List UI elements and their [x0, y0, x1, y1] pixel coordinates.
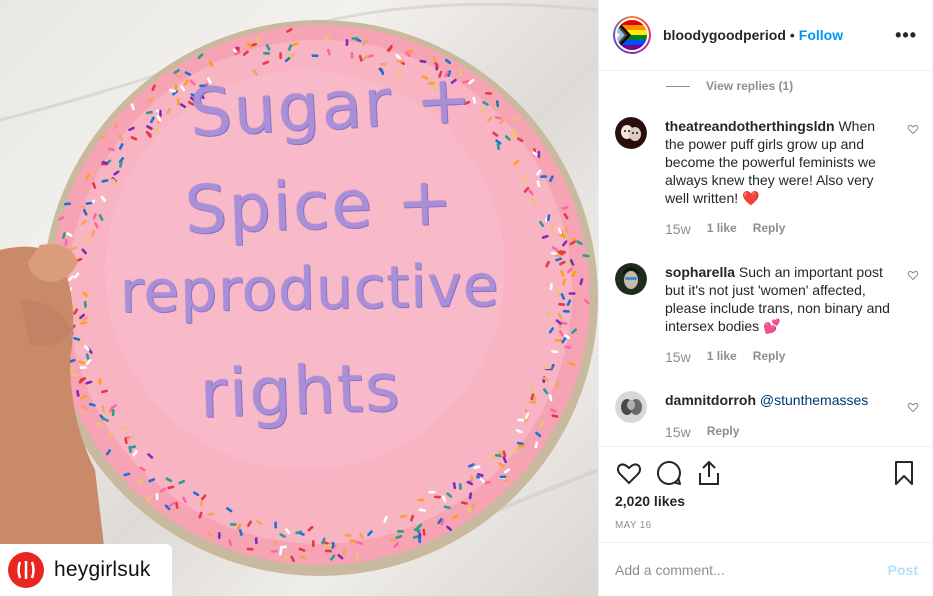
sprinkle	[540, 175, 548, 179]
cake-illustration	[0, 2, 598, 596]
likes-count[interactable]: 2,020 likes	[615, 493, 685, 509]
sprinkle	[397, 529, 405, 533]
comment-input[interactable]	[615, 561, 888, 578]
action-icons	[615, 459, 918, 487]
sprinkle	[217, 532, 221, 540]
comment-likes[interactable]: 1 like	[707, 221, 737, 237]
sprinkle	[311, 54, 319, 58]
sprinkle	[324, 549, 332, 553]
sprinkle	[279, 52, 282, 60]
sprinkle	[396, 59, 404, 63]
profile-avatar[interactable]	[613, 16, 651, 54]
sprinkle	[229, 523, 237, 526]
heart-icon[interactable]	[615, 459, 643, 487]
post-username[interactable]: bloodygoodperiod	[663, 27, 786, 43]
comment-meta: 15w 1 like Reply	[665, 221, 785, 237]
comment-bubble-icon[interactable]	[655, 459, 683, 487]
sprinkle	[83, 300, 87, 308]
sprinkle	[517, 444, 525, 448]
sprinkle	[459, 69, 463, 76]
comment-username[interactable]: sopharella	[665, 264, 735, 280]
sprinkle	[199, 84, 207, 88]
comment-meta: 15w Reply	[665, 424, 739, 440]
comment-mention-link[interactable]: @stunthemasses	[760, 392, 868, 408]
comment-username[interactable]: damnitdorroh	[665, 392, 756, 408]
sprinkle	[79, 366, 87, 370]
more-options-icon[interactable]: •••	[895, 25, 917, 46]
share-upload-icon[interactable]	[695, 459, 723, 487]
comment-text-block: sopharella Such an important post but it…	[665, 263, 890, 335]
post-comment-button[interactable]: Post	[888, 562, 918, 578]
add-comment-bar: Post	[599, 542, 933, 596]
header-meta: bloodygoodperiod • Follow	[663, 27, 895, 43]
sprinkle	[200, 499, 204, 507]
sprinkle	[537, 150, 541, 158]
comment-likes[interactable]: 1 like	[707, 349, 737, 365]
sprinkle	[155, 492, 159, 500]
reply-button[interactable]: Reply	[753, 221, 786, 237]
sprinkle	[379, 63, 387, 66]
sprinkle	[499, 475, 507, 479]
sprinkle	[550, 224, 554, 232]
repost-badge: heygirlsuk	[0, 544, 172, 596]
comment-text-block: damnitdorroh @stunthemasses	[665, 391, 890, 409]
post-photo[interactable]: Sugar + Spice + reproductive rights heyg…	[0, 0, 598, 596]
like-comment-heart-icon[interactable]	[907, 269, 919, 281]
avatar[interactable]	[615, 117, 647, 149]
sprinkle	[345, 38, 349, 46]
like-comment-heart-icon[interactable]	[907, 401, 919, 413]
post-date[interactable]: MAY 16	[615, 520, 651, 531]
progress-pride-flag-icon	[617, 20, 647, 50]
sprinkle	[311, 540, 315, 548]
sprinkle	[207, 512, 215, 516]
reply-button[interactable]: Reply	[707, 424, 740, 440]
sprinkle	[531, 386, 535, 394]
sprinkle	[554, 339, 562, 342]
reply-button[interactable]: Reply	[753, 349, 786, 365]
separator-dot: •	[789, 27, 795, 43]
sprinkle	[111, 408, 115, 417]
sprinkle	[562, 309, 570, 313]
view-replies-label: View replies (1)	[706, 79, 794, 93]
post-actions: 2,020 likes MAY 16	[599, 446, 933, 542]
sprinkle	[351, 37, 359, 40]
sprinkle	[64, 238, 68, 247]
comment-timestamp[interactable]: 15w	[665, 221, 691, 237]
repost-logo-icon	[8, 552, 44, 588]
comment-timestamp[interactable]: 15w	[665, 349, 691, 365]
view-replies-button[interactable]: View replies (1)	[666, 79, 793, 93]
avatar[interactable]	[615, 263, 647, 295]
sprinkle	[428, 490, 436, 494]
sprinkle	[263, 51, 271, 55]
sprinkle	[254, 537, 258, 545]
sprinkle	[485, 91, 493, 95]
bookmark-icon[interactable]	[890, 459, 918, 487]
sprinkle	[350, 52, 354, 60]
post-sidebar: bloodygoodperiod • Follow ••• View repli…	[598, 0, 933, 596]
comment-username[interactable]: theatreandotherthingsldn	[665, 118, 835, 134]
sprinkle	[349, 539, 357, 543]
follow-button[interactable]: Follow	[799, 27, 843, 43]
sprinkle	[159, 109, 162, 117]
replies-divider	[666, 85, 690, 87]
avatar[interactable]	[615, 391, 647, 423]
like-comment-heart-icon[interactable]	[907, 123, 919, 135]
comment-timestamp[interactable]: 15w	[665, 424, 691, 440]
sprinkle	[246, 547, 254, 551]
sprinkle	[434, 495, 442, 499]
sprinkle	[274, 521, 278, 529]
sprinkle	[103, 411, 111, 415]
comment-text-block: theatreandotherthingsldn When the power …	[665, 117, 890, 207]
repost-handle: heygirlsuk	[54, 558, 151, 581]
sprinkle	[458, 482, 462, 490]
post-header: bloodygoodperiod • Follow •••	[599, 0, 933, 71]
sprinkle	[568, 292, 576, 295]
comment-meta: 15w 1 like Reply	[665, 349, 785, 365]
comments-list[interactable]: View replies (1) theatreandotherthingsld…	[599, 71, 933, 446]
